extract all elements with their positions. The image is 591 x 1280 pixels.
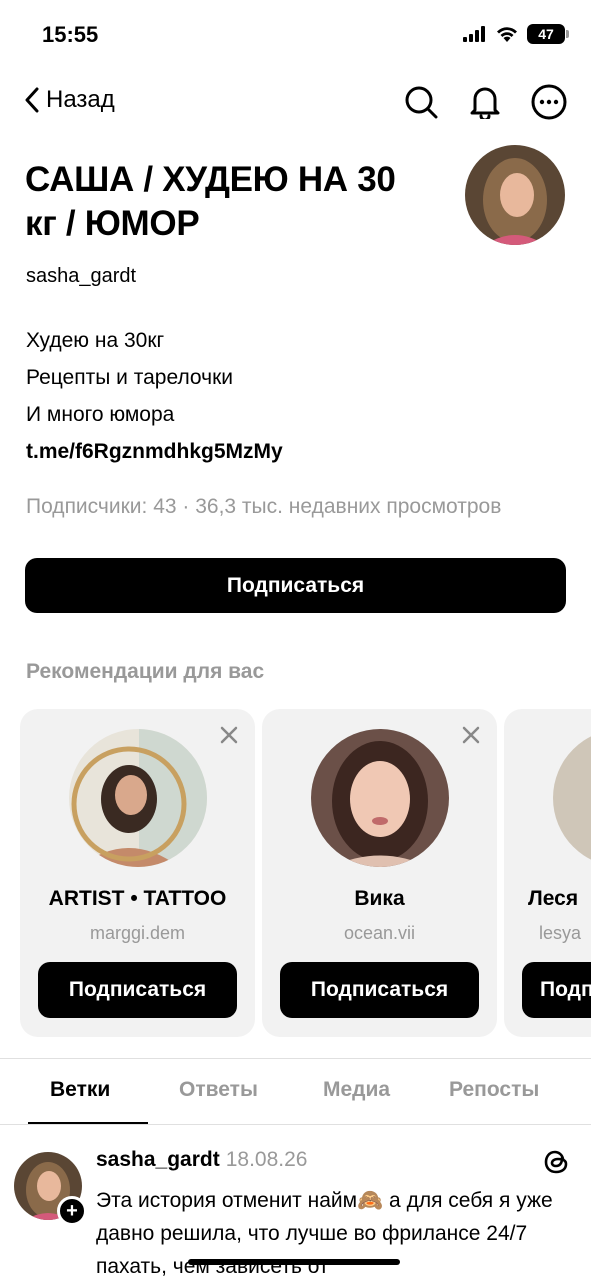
cellular-signal-icon [463,26,485,42]
bio-line: Худею на 30кг [26,329,165,352]
recommendation-card[interactable]: Леся lesya Подписаться [504,709,591,1037]
threads-icon [544,1150,568,1174]
follow-button[interactable]: Подписаться [25,558,566,613]
profile-stats[interactable]: Подписчики: 43 · 36,3 тыс. недавних прос… [26,495,571,519]
recommendation-name: Вика [354,887,405,910]
profile-bio: Худею на 30кг Рецепты и тарелочки И мног… [26,322,283,470]
profile-name: САША / ХУДЕЮ НА 30 кг / ЮМОР [25,160,396,243]
tab-reposts[interactable]: Репосты [449,1078,539,1102]
battery-icon: 47 [527,24,569,44]
wifi-icon [497,27,517,42]
recommendation-photo [553,729,591,867]
bell-icon [470,87,500,119]
status-bar: 15:55 47 [0,0,591,70]
recommendation-avatar[interactable] [311,729,449,867]
top-nav: Назад [0,80,591,130]
notifications-button[interactable] [467,84,503,120]
recommendation-card[interactable]: ARTIST • TATTOO marggi.dem Подписаться [20,709,255,1037]
more-button[interactable] [531,84,567,120]
recommendation-handle: lesya [539,923,582,943]
recommendation-handle: marggi.dem [89,923,186,943]
post-text: Эта история отменит найм🙈 а для себя я у… [96,1189,553,1278]
recommendation-avatar[interactable] [69,729,207,867]
post-author[interactable]: sasha_gardt [96,1148,220,1171]
recommendation-follow-button[interactable]: Подписаться [280,962,479,1018]
profile-avatar[interactable] [465,145,565,245]
tab-media[interactable]: Медиа [323,1078,390,1102]
bio-line: И много юмора [26,403,175,426]
recommendation-follow-button[interactable]: Подписаться [38,962,237,1018]
search-icon [405,86,438,119]
recommendation-photo [311,729,449,867]
status-icons: 47 [463,24,569,44]
add-follow-icon[interactable]: + [57,1196,87,1226]
recommendation-photo [69,729,207,867]
home-indicator [188,1259,400,1265]
recommendations-title: Рекомендации для вас [26,660,265,683]
tab-replies[interactable]: Ответы [179,1078,258,1102]
profile-photo [465,145,565,245]
recommendation-name: Леся [528,887,579,910]
recommendation-avatar[interactable] [553,729,591,867]
bio-line: Рецепты и тарелочки [26,366,234,389]
search-button[interactable] [403,84,439,120]
bio-link[interactable]: t.me/f6Rgznmdhkg5MzMy [26,433,283,470]
chevron-left-icon [25,87,39,113]
profile-username: sasha_gardt [26,265,137,287]
recommendation-follow-button[interactable]: Подписаться [522,962,591,1018]
recommendation-name: ARTIST • TATTOO [48,887,227,910]
profile-tabs: Ветки Ответы Медиа Репосты [0,1062,591,1124]
recommendation-card[interactable]: Вика ocean.vii Подписаться [262,709,497,1037]
close-icon[interactable] [219,725,239,745]
back-button[interactable]: Назад [24,86,115,114]
post-date: 18.08.26 [225,1148,308,1171]
status-time: 15:55 [42,22,99,47]
nav-actions [403,84,567,120]
recommendations-carousel[interactable]: ARTIST • TATTOO marggi.dem Подписаться В… [20,709,591,1037]
divider [0,1124,591,1125]
close-icon[interactable] [461,725,481,745]
more-options-icon [531,84,567,120]
post-author-line: sasha_gardt 18.08.26 [96,1148,307,1172]
back-label: Назад [46,86,115,113]
tab-threads[interactable]: Ветки [50,1078,110,1102]
divider [0,1058,591,1059]
recommendation-handle: ocean.vii [343,923,416,943]
